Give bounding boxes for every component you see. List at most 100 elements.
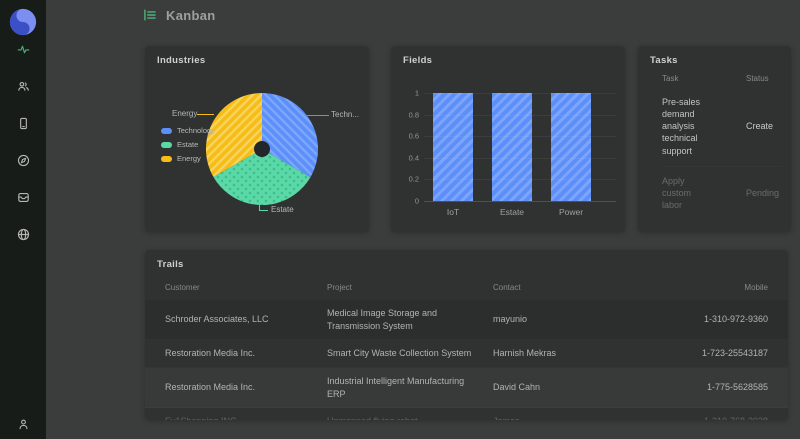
pie-callout-line-energy xyxy=(197,114,214,115)
table-cell-customer: Schroder Associates, LLC xyxy=(165,314,269,325)
column-header-task: Task xyxy=(662,74,679,83)
tasks-rows: Pre-sales demand analysis technical supp… xyxy=(662,92,782,220)
gridline xyxy=(424,114,616,116)
pie-callout-estate: Estate xyxy=(271,205,294,214)
legend-item[interactable]: Estate xyxy=(161,140,215,149)
column-header-mobile: Mobile xyxy=(744,283,768,292)
trails-card: Trails Customer Project Contact Mobile S… xyxy=(145,250,788,420)
compass-icon[interactable] xyxy=(17,154,30,167)
globe-icon[interactable] xyxy=(17,228,30,241)
card-title: Trails xyxy=(157,259,184,270)
trails-table: Customer Project Contact Mobile Schroder… xyxy=(145,278,788,420)
pie-callout-line-technology xyxy=(307,115,329,116)
page-title: Kanban xyxy=(166,7,216,23)
tasks-card: Tasks Task Status Pre-sales demand analy… xyxy=(638,46,791,232)
x-axis-label: IoT xyxy=(446,207,460,217)
y-axis-tick: 0.2 xyxy=(408,174,419,184)
bar-estate[interactable] xyxy=(492,93,532,201)
tasks-header-row: Task Status xyxy=(662,74,782,83)
gridline xyxy=(424,93,616,94)
pie-callout-energy: Energy xyxy=(172,109,198,118)
table-cell-customer: Ev1Shopping INC. xyxy=(165,415,319,420)
table-cell-contact: David Cahn xyxy=(493,382,541,393)
mobile-icon[interactable] xyxy=(17,117,30,130)
legend-label: Estate xyxy=(177,140,199,149)
content: Industries Technology Estate Energy Energy… xyxy=(145,46,791,439)
sidebar xyxy=(0,0,46,439)
fields-bars: IoT Estate Power xyxy=(424,93,616,217)
gridline xyxy=(424,179,616,181)
table-row[interactable]: Restoration Media Inc. Industrial Intelli… xyxy=(145,367,788,409)
industries-legend: Technology Estate Energy xyxy=(161,126,215,163)
legend-item[interactable]: Technology xyxy=(161,126,215,135)
pie-callout-line-estate-v xyxy=(259,198,260,210)
task-cell: Pre-sales demand analysis technical supp… xyxy=(662,97,701,156)
column-header-customer: Customer xyxy=(165,283,200,292)
table-cell-contact: mayunio xyxy=(493,314,528,325)
legend-label: Technology xyxy=(177,126,215,135)
table-cell-customer: Restoration Media Inc. xyxy=(165,382,256,393)
legend-swatch xyxy=(161,127,172,134)
legend-swatch xyxy=(161,141,172,148)
gridline xyxy=(424,136,616,138)
card-title: Fields xyxy=(403,55,433,66)
status-cell: Pending xyxy=(746,187,780,198)
pie-callout-technology: Techn... xyxy=(331,110,360,119)
app-logo[interactable] xyxy=(8,7,38,37)
y-axis-tick: 0.4 xyxy=(408,153,419,163)
table-row[interactable]: Ev1Shopping INC. Unmanned flying robot Jam… xyxy=(145,408,788,420)
menu-fold-icon[interactable] xyxy=(143,8,157,22)
user-icon[interactable] xyxy=(17,418,30,431)
activity-icon[interactable] xyxy=(17,43,30,56)
industries-card: Industries Technology Estate Energy Energy… xyxy=(145,46,369,232)
column-header-project: Project xyxy=(327,283,352,292)
card-title: Industries xyxy=(157,55,206,66)
table-cell-contact: James xyxy=(493,415,615,420)
task-cell: Apply custom labor xyxy=(662,175,692,210)
pie-callout-line-estate-h xyxy=(259,210,268,211)
table-cell-mobile: 1-310-768-3038 xyxy=(623,415,768,420)
legend-swatch xyxy=(161,155,172,162)
y-axis-tick: 1 xyxy=(414,88,419,98)
gridline xyxy=(424,201,616,202)
card-title: Tasks xyxy=(650,55,678,66)
legend-item[interactable]: Energy xyxy=(161,154,215,163)
fields-plot: IoT Estate Power 1 0.8 0.6 0.4 0.2 0 xyxy=(409,89,616,217)
table-cell-project: Unmanned flying robot xyxy=(327,415,485,420)
y-axis-tick: 0.6 xyxy=(408,131,419,141)
industries-pie xyxy=(205,92,319,206)
table-cell-mobile: 1-723-25543187 xyxy=(701,348,768,359)
fields-card: Fields IoT Estate Power 1 0.8 0.6 0.4 0.2 0 xyxy=(391,46,625,232)
column-header-status: Status xyxy=(746,74,769,83)
y-axis-tick: 0.8 xyxy=(408,110,419,120)
bar-column: Estate xyxy=(492,93,532,217)
task-row[interactable]: Apply custom labor Pending xyxy=(662,166,782,220)
bar-power[interactable] xyxy=(551,93,591,201)
table-row[interactable]: Schroder Associates, LLC Medical Image St… xyxy=(145,300,788,341)
inbox-icon[interactable] xyxy=(17,191,30,204)
sidebar-nav xyxy=(0,43,46,241)
table-cell-mobile: 1-310-972-9360 xyxy=(703,314,768,325)
y-axis-tick: 0 xyxy=(414,196,419,206)
trails-header-row: Customer Project Contact Mobile xyxy=(145,278,788,297)
team-icon[interactable] xyxy=(17,80,30,93)
bar-iot[interactable] xyxy=(433,93,473,201)
x-axis-label: Estate xyxy=(499,207,525,217)
column-header-contact: Contact xyxy=(493,283,521,292)
table-cell-mobile: 1-775-5628585 xyxy=(706,382,768,393)
table-row[interactable]: Restoration Media Inc. Smart City Waste C… xyxy=(145,340,788,368)
table-cell-contact: Harnish Mekras xyxy=(493,348,557,359)
pie-center-hole xyxy=(254,141,270,157)
bar-column: IoT xyxy=(433,93,473,217)
bar-column: Power xyxy=(551,93,591,217)
tasks-table: Task Status Pre-sales demand analysis te… xyxy=(662,74,782,220)
legend-label: Energy xyxy=(177,154,201,163)
table-cell-customer: Restoration Media Inc. xyxy=(165,348,256,359)
table-cell-project: Medical Image Storage and Transmission S… xyxy=(327,308,438,331)
task-row[interactable]: Pre-sales demand analysis technical supp… xyxy=(662,92,782,166)
table-cell-project: Industrial Intelligent Manufacturing ERP xyxy=(327,375,465,399)
trails-rows: Schroder Associates, LLC Medical Image St… xyxy=(145,300,788,420)
header: Kanban xyxy=(46,0,800,30)
x-axis-label: Power xyxy=(558,207,584,217)
table-cell-project: Smart City Waste Collection System xyxy=(327,348,472,359)
